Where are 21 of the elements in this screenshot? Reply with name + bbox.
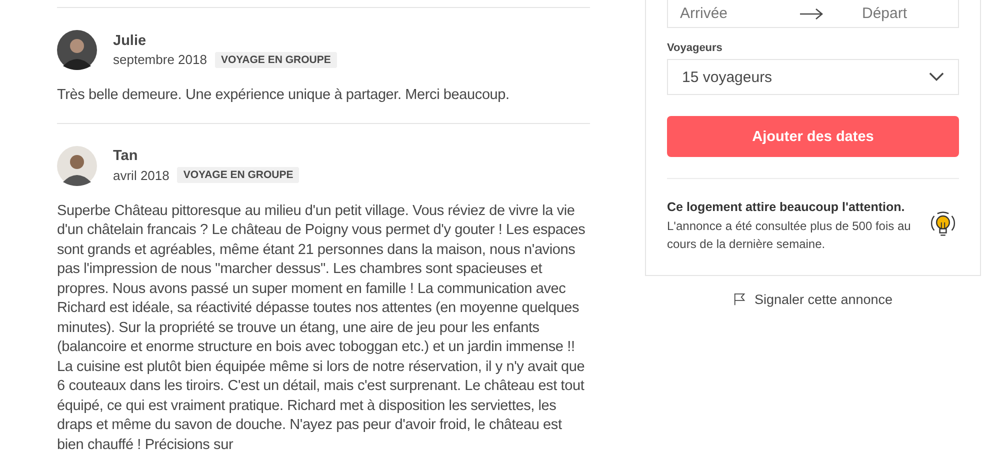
review-date: avril 2018 bbox=[113, 168, 170, 182]
review-date: septembre 2018 bbox=[113, 52, 207, 67]
reviewer-name: Tan bbox=[113, 148, 139, 164]
dates-field[interactable]: Arrivée Départ bbox=[667, 0, 959, 28]
avatar-icon bbox=[57, 30, 97, 70]
notice-title: Ce logement attire beaucoup l'attention. bbox=[667, 200, 906, 214]
flag-icon bbox=[733, 293, 746, 306]
checkout-placeholder: Départ bbox=[862, 5, 908, 22]
guests-select[interactable]: 15 voyageurs bbox=[667, 59, 959, 95]
avatar-icon bbox=[57, 146, 97, 186]
report-listing-link[interactable]: Signaler cette annonce bbox=[733, 292, 893, 307]
reviewer-name: Julie bbox=[113, 32, 148, 48]
notice-text: L'annonce a été consultée plus de 500 fois au cours de la dernière semaine. bbox=[667, 218, 912, 253]
trip-type-tag: VOYAGE EN GROUPE bbox=[214, 52, 337, 68]
checkin-placeholder: Arrivée bbox=[680, 5, 729, 22]
review-text: Très belle demeure. Une expérience unique à partager. Merci beaucoup. bbox=[57, 86, 510, 105]
guests-label: Voyageurs bbox=[667, 42, 724, 54]
trip-type-tag: VOYAGE EN GROUPE bbox=[177, 167, 300, 183]
review-text: Superbe Château pittoresque au milieu d'un petit village. Vous réviez de vivre la vie d'un châtelain francais ? Le château de Poigny vous permet d'y gouter ! Les espaces sont grands et agréables, même étant 21 personnes dans la maison, nous n'avions pas l'impression de nous "marcher dessus". Les chambres sont spacieuses et propres. Nous avons passé un super moment en famille ! La communication avec Richard est idéale, sa réactivité dépasse toutes nos attentes (en moyenne quelques minutes). Sur la propriété se trouve un étang, une aire de jeu pour les enfants (balancoire et enorme structure en bois avec toboggan etc.) et un jardin immense !! La cuisine est plutôt bien équipée même si lors de notre réservation, il y n'y avait que 6 couteaux dans les tiroirs. C'est un détail, mais c'est surprenant. Le château est tout équipé, ce qui est vraiment pratique. Richard met à disposition les serviettes, les draps et même du savon de douche. N'ayez pas peur d'avoir froid, le château est bien chauffé ! Précisions sur bbox=[57, 202, 586, 454]
chevron-down-icon bbox=[929, 72, 944, 82]
arrow-icon bbox=[800, 8, 824, 20]
